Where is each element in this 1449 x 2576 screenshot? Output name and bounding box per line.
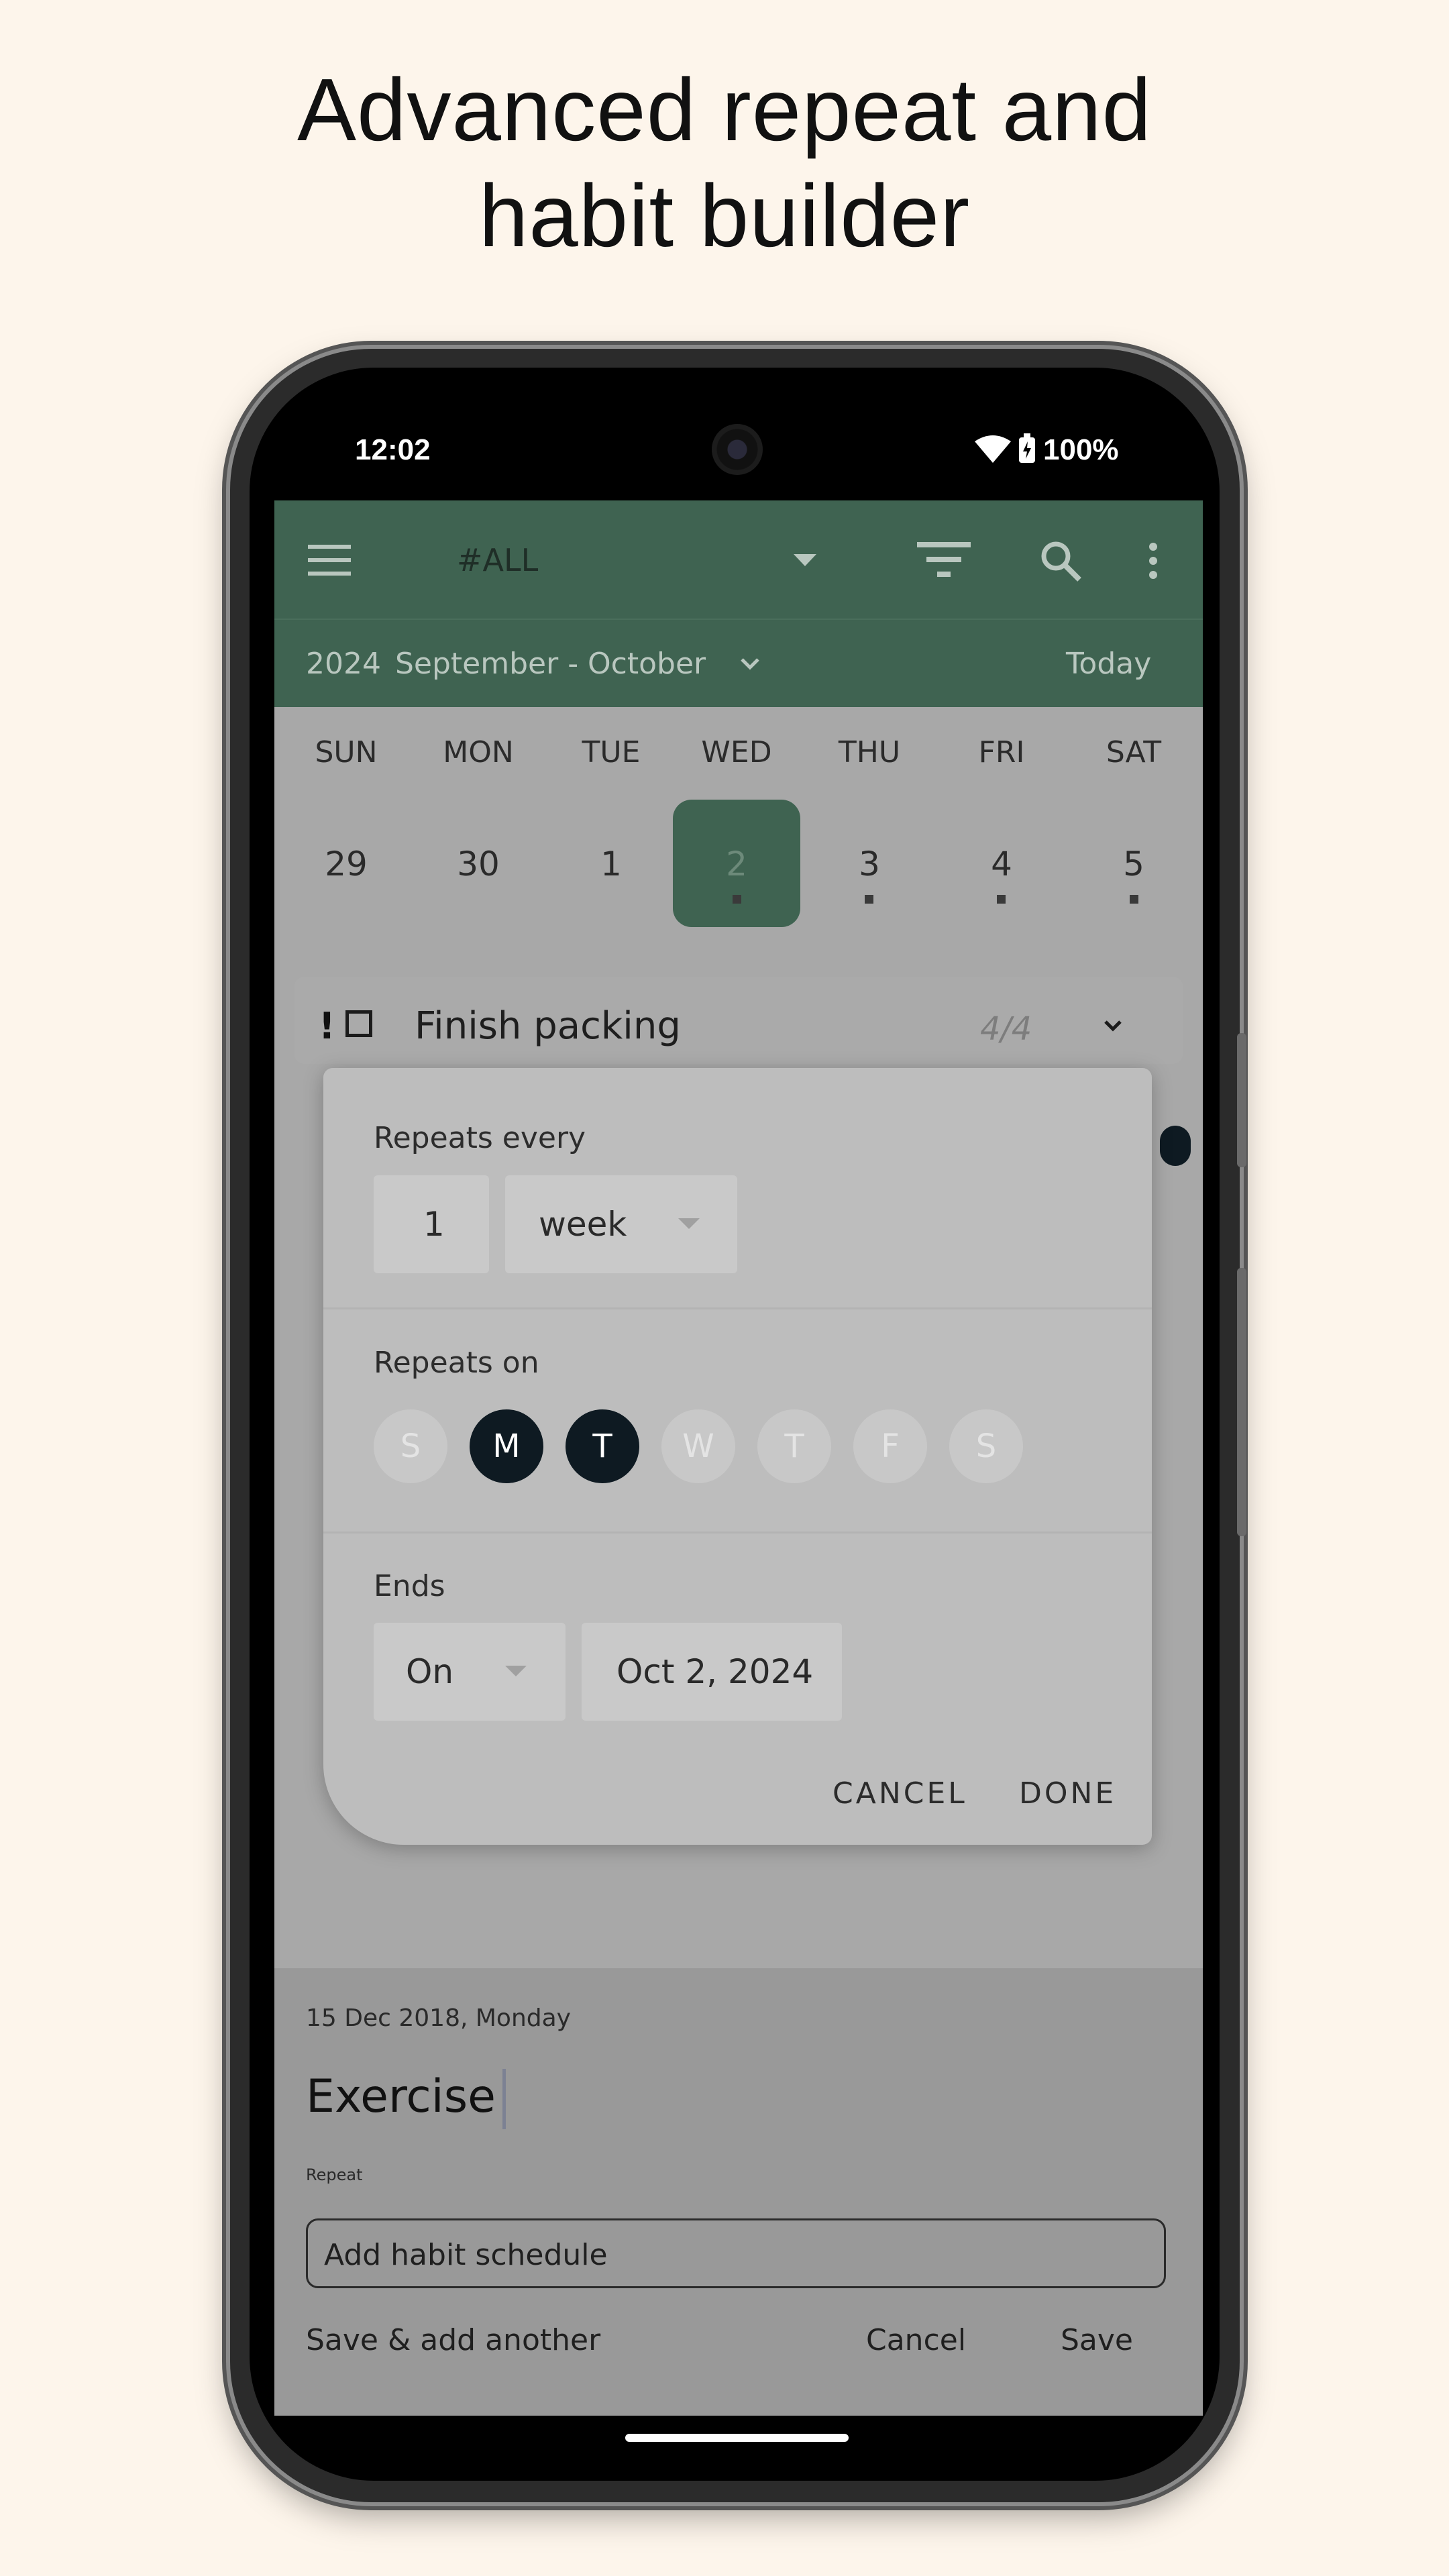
weekday-thu: THU xyxy=(838,735,901,769)
repeat-label: Repeat xyxy=(306,2165,363,2184)
ends-date-value: Oct 2, 2024 xyxy=(616,1652,814,1691)
dialog-divider xyxy=(323,1307,1152,1309)
dialog-cancel-button[interactable]: CANCEL xyxy=(833,1776,967,1811)
dialog-done-button[interactable]: DONE xyxy=(1019,1776,1116,1811)
sheet-cancel-button[interactable]: Cancel xyxy=(866,2323,966,2357)
weekday-toggle-sunday[interactable]: S xyxy=(374,1409,447,1483)
repeat-unit-value: week xyxy=(539,1205,627,1244)
interval-input[interactable]: 1 xyxy=(374,1175,489,1273)
front-camera xyxy=(712,424,763,475)
weekday-fri: FRI xyxy=(978,735,1025,769)
add-habit-schedule-field[interactable]: Add habit schedule xyxy=(306,2218,1166,2288)
task-indicator-dot xyxy=(1130,895,1138,904)
ends-mode-select[interactable]: On xyxy=(374,1623,566,1721)
day-cell[interactable]: 1 xyxy=(554,845,668,883)
day-cell[interactable]: 3 xyxy=(812,845,926,883)
date-range-bar: 2024 September - October Today xyxy=(274,619,1203,707)
sheet-date: 15 Dec 2018, Monday xyxy=(306,2004,571,2032)
weekday-toggle-thursday[interactable]: T xyxy=(757,1409,831,1483)
weekday-tue: TUE xyxy=(582,735,641,769)
dropdown-arrow-icon xyxy=(678,1218,700,1229)
filter-dropdown-label[interactable]: #ALL xyxy=(457,542,538,578)
search-icon[interactable] xyxy=(1039,539,1082,585)
dropdown-arrow-icon xyxy=(505,1666,527,1676)
menu-icon[interactable] xyxy=(308,545,351,580)
weekday-sun: SUN xyxy=(315,735,378,769)
home-indicator[interactable] xyxy=(625,2434,849,2442)
power-button xyxy=(1237,1033,1246,1167)
save-and-add-another-button[interactable]: Save & add another xyxy=(306,2323,600,2357)
repeat-unit-select[interactable]: week xyxy=(505,1175,737,1273)
app-bar: #ALL xyxy=(274,500,1203,619)
partially-hidden-avatar xyxy=(1160,1126,1191,1166)
weekday-toggle-wednesday[interactable]: W xyxy=(661,1409,735,1483)
subtask-count: 4/4 xyxy=(980,1010,1032,1048)
interval-value: 1 xyxy=(423,1205,445,1244)
app-screen: #ALL 2024 September - October Today SUN … xyxy=(274,500,1203,2416)
weekday-wed: WED xyxy=(701,735,772,769)
sort-filter-icon[interactable] xyxy=(917,542,971,582)
task-checkbox[interactable] xyxy=(345,1010,372,1037)
day-cell[interactable]: 5 xyxy=(1077,845,1191,883)
task-indicator-dot xyxy=(997,895,1006,904)
dropdown-arrow-icon[interactable] xyxy=(794,554,816,569)
more-options-icon[interactable] xyxy=(1148,542,1158,582)
add-habit-schedule-placeholder: Add habit schedule xyxy=(324,2238,608,2272)
ends-label: Ends xyxy=(374,1569,445,1603)
battery-percent: 100% xyxy=(1043,433,1119,466)
repeats-on-label: Repeats on xyxy=(374,1346,539,1380)
dialog-divider xyxy=(323,1532,1152,1534)
chevron-down-icon[interactable] xyxy=(740,657,760,674)
weekday-toggle-tuesday[interactable]: T xyxy=(566,1409,639,1483)
day-cell-selected[interactable]: 2 xyxy=(680,845,794,883)
headline-line-2: habit builder xyxy=(478,166,971,265)
task-title[interactable]: Finish packing xyxy=(415,1004,681,1048)
ends-date-field[interactable]: Oct 2, 2024 xyxy=(582,1623,842,1721)
text-cursor xyxy=(502,2069,506,2129)
status-time: 12:02 xyxy=(355,433,431,466)
sheet-save-button[interactable]: Save xyxy=(1061,2323,1133,2357)
repeats-every-label: Repeats every xyxy=(374,1121,586,1155)
task-indicator-dot xyxy=(733,895,741,904)
headline-line-1: Advanced repeat and xyxy=(297,60,1152,159)
priority-marker: ! xyxy=(319,1005,335,1047)
volume-button xyxy=(1237,1268,1246,1536)
weekday-toggle-saturday[interactable]: S xyxy=(949,1409,1023,1483)
wifi-icon xyxy=(975,435,1011,472)
chevron-down-icon[interactable] xyxy=(1104,1020,1122,1034)
year-label: 2024 xyxy=(306,647,381,681)
day-cell[interactable]: 29 xyxy=(289,845,403,883)
weekday-toggle-friday[interactable]: F xyxy=(853,1409,927,1483)
day-cell[interactable]: 4 xyxy=(945,845,1059,883)
weekday-toggle-monday[interactable]: M xyxy=(470,1409,543,1483)
weekday-mon: MON xyxy=(443,735,514,769)
battery-icon xyxy=(1018,433,1036,472)
month-range-selector[interactable]: September - October xyxy=(395,647,706,681)
today-button[interactable]: Today xyxy=(1066,647,1151,681)
promo-headline: Advanced repeat and habit builder xyxy=(0,57,1449,269)
weekday-sat: SAT xyxy=(1106,735,1162,769)
task-title-input[interactable]: Exercise xyxy=(306,2070,496,2123)
task-indicator-dot xyxy=(865,895,873,904)
ends-mode-value: On xyxy=(406,1652,454,1691)
day-cell[interactable]: 30 xyxy=(421,845,535,883)
